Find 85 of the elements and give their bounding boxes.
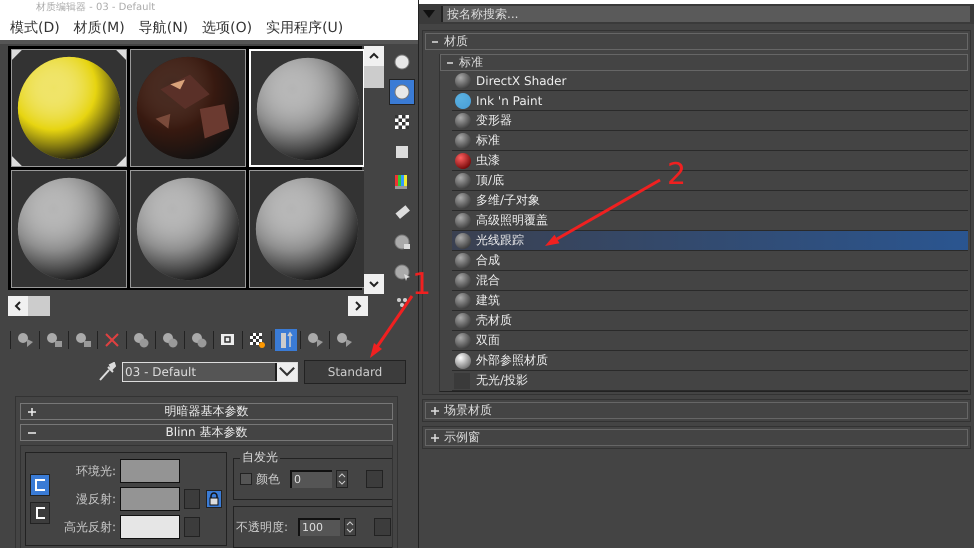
sphere-icon — [454, 172, 472, 190]
material-list-item[interactable]: 双面 — [452, 331, 968, 351]
vertical-scrollbar[interactable] — [364, 46, 384, 294]
spinner-arrows-icon[interactable] — [344, 518, 356, 536]
square-icon — [454, 372, 470, 388]
material-list-item[interactable]: 建筑 — [452, 291, 968, 311]
material-list-item[interactable]: Ink 'n Paint — [452, 91, 968, 111]
annotation-number: 1 — [412, 270, 432, 300]
scroll-thumb[interactable] — [364, 66, 384, 88]
bars-icon[interactable] — [275, 329, 297, 351]
bracket-icon — [33, 478, 47, 492]
menu-item[interactable]: 选项(O) — [202, 18, 252, 36]
annotation-arrow — [370, 295, 414, 358]
material-list-item[interactable]: 变形器 — [452, 111, 968, 131]
sphere-icon — [454, 112, 472, 130]
category-header[interactable]: 材质 — [425, 33, 968, 50]
material-list-item[interactable]: 壳材质 — [452, 311, 968, 331]
search-field[interactable]: 按名称搜索... — [441, 6, 970, 22]
material-list-item[interactable]: 标准 — [452, 131, 968, 151]
chevron-down-icon[interactable] — [369, 280, 379, 288]
menu-item[interactable]: 实用程序(U) — [266, 18, 344, 36]
eyedropper-icon[interactable] — [98, 362, 116, 382]
color-swatch[interactable] — [120, 487, 180, 511]
plus-icon — [27, 406, 37, 416]
sample-slot[interactable] — [11, 49, 127, 167]
subcategory-header[interactable]: 标准 — [440, 54, 968, 71]
spinner-arrows-icon[interactable] — [336, 470, 348, 488]
material-list-item[interactable]: 混合 — [452, 271, 968, 291]
sphere-icon — [454, 192, 472, 210]
rollout-header[interactable]: Blinn 基本参数 — [20, 424, 393, 441]
checkbox-label: 颜色 — [256, 470, 280, 488]
sphere-icon — [454, 152, 472, 170]
material-list-item[interactable]: 合成 — [452, 251, 968, 271]
category-header[interactable]: 示例窗 — [425, 429, 968, 446]
sphere-icon — [454, 252, 472, 270]
menu-item[interactable]: 材质(M) — [74, 18, 125, 36]
sphere-icon — [454, 352, 472, 370]
sphere-icon — [454, 332, 472, 350]
sample-slot[interactable] — [249, 170, 365, 288]
sphere-icon — [454, 212, 472, 230]
scroll-right-button[interactable] — [348, 296, 368, 316]
chevron-up-icon[interactable] — [369, 52, 379, 60]
bracket-icon — [33, 506, 47, 520]
color-label: 环境光: — [74, 462, 116, 480]
number-field[interactable]: 0 — [290, 470, 332, 488]
material-list-item[interactable]: 无光/投影 — [452, 371, 968, 391]
rollout-header[interactable]: 明暗器基本参数 — [20, 403, 393, 420]
chevron-left-icon — [14, 301, 22, 311]
sample-slot[interactable] — [130, 49, 246, 167]
material-list-item[interactable]: DirectX Shader — [452, 71, 968, 91]
window-title: 材质编辑器 - 03 - Default — [36, 1, 156, 15]
sphere-icon — [454, 132, 472, 150]
material-name-field[interactable]: 03 - Default — [122, 362, 298, 382]
material-list-item[interactable]: 外部参照材质 — [452, 351, 968, 371]
sample-slot[interactable] — [130, 170, 246, 288]
opacity-label: 不透明度: — [236, 518, 288, 536]
color-swatch[interactable] — [120, 459, 180, 483]
sphere-light-icon[interactable] — [390, 80, 414, 104]
sphere-icon — [454, 272, 472, 290]
chevron-right-icon — [354, 301, 362, 311]
color-label: 漫反射: — [74, 490, 116, 508]
color-swatch[interactable] — [120, 515, 180, 539]
lock-colors-button[interactable] — [30, 474, 50, 496]
group-title: 自发光 — [240, 449, 280, 466]
scroll-left-button[interactable] — [8, 296, 28, 316]
menu-item[interactable]: 导航(N) — [138, 18, 188, 36]
sample-slot[interactable] — [11, 170, 127, 288]
lock-button[interactable] — [206, 490, 222, 508]
category-header[interactable]: 场景材质 — [425, 402, 968, 419]
scroll-thumb[interactable] — [28, 296, 50, 316]
menu-item[interactable]: 模式(D) — [10, 18, 60, 36]
sphere-icon — [454, 232, 472, 250]
color-label: 高光反射: — [62, 518, 116, 536]
caret-icon[interactable] — [277, 363, 297, 381]
plus-icon — [431, 406, 439, 414]
material-type-button[interactable]: Standard — [304, 360, 406, 384]
material-list-item[interactable]: 光线跟踪 — [452, 231, 968, 251]
number-field[interactable]: 100 — [298, 518, 340, 536]
sphere-icon — [454, 72, 472, 90]
lock-colors-button[interactable] — [30, 502, 50, 524]
sphere-icon — [454, 92, 472, 110]
sphere-icon — [454, 292, 472, 310]
plus-icon — [431, 434, 439, 442]
sphere-icon — [454, 312, 472, 330]
checkbox[interactable] — [240, 473, 252, 485]
